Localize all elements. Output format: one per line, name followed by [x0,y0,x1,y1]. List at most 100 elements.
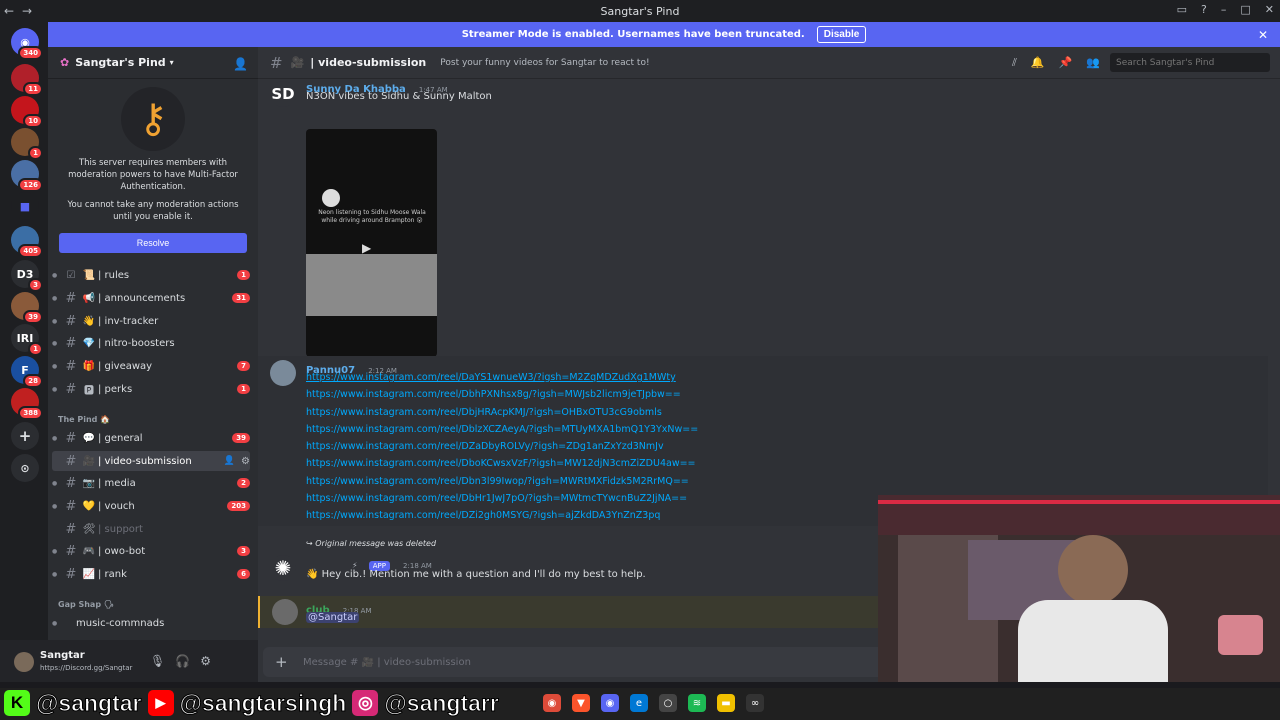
minimize-icon[interactable]: – [1221,3,1227,16]
channel-nitro-boosters[interactable]: ● # 💎 | nitro-boosters [52,333,250,353]
back-arrow-icon[interactable]: ← [0,4,18,18]
play-icon[interactable]: ▶ [362,241,371,255]
channel-topic[interactable]: Post your funny videos for Sangtar to re… [440,58,649,68]
instagram-link[interactable]: https://www.instagram.com/reel/DblzXCZAe… [306,421,698,438]
mfa-notice: ⚷ This server requires members with mode… [48,87,258,253]
instagram-link[interactable]: https://www.instagram.com/reel/DZi2gh0MS… [306,507,698,524]
channel-announcements[interactable]: ● # 📢 | announcements 31 [52,288,250,308]
member-list-icon[interactable]: 👥 [1086,56,1100,70]
chrome-icon[interactable]: ◉ [543,694,561,712]
server-icon-active[interactable]: 405 [11,226,43,258]
server-badge: 11 [23,82,43,96]
channel-emoji: 🎮 [82,545,96,557]
instagram-link[interactable]: https://www.instagram.com/reel/DbjHRAcpK… [306,404,698,421]
microphone-icon[interactable]: 🎙 [150,654,165,668]
channel-vouch[interactable]: ● # 💛 | vouch 203 [52,496,250,516]
server-badge: 1 [28,342,43,356]
disable-button[interactable]: Disable [816,26,867,43]
instagram-link[interactable]: https://www.instagram.com/reel/DboKCwsxV… [306,455,698,472]
server-icon[interactable]: 1 [11,128,43,160]
headphones-icon[interactable]: 🎧 [175,654,190,668]
server-badge: 340 [18,46,43,60]
channel-music-commnads[interactable]: ● music-commnads [52,613,250,633]
server-icon[interactable]: 10 [11,96,43,128]
maximize-icon[interactable]: □ [1240,3,1250,16]
channel-video-submission[interactable]: # 🎥 | video-submission 👤 ⚙ [52,451,250,471]
channel-rules[interactable]: ● ☑ 📜 | rules 1 [52,265,250,285]
instagram-link[interactable]: https://www.instagram.com/reel/DZaDbyROL… [306,438,698,455]
reply-reference[interactable]: Original message was deleted [315,539,436,548]
avatar[interactable]: SD [270,81,296,107]
folder-icon[interactable]: ■ [11,192,39,220]
server-icon[interactable]: 39 [11,292,43,324]
channel-general[interactable]: ● # 💬 | general 39 [52,428,250,448]
channel-perks[interactable]: ● # 🅿 | perks 1 [52,379,250,399]
channel-name: | inv-tracker [98,315,159,327]
channel-rank[interactable]: ● # 📈 | rank 6 [52,564,250,584]
meta-icon[interactable]: ∞ [746,694,764,712]
pin-icon[interactable]: 📌 [1059,56,1073,70]
server-icon[interactable]: 126 [11,160,43,192]
help-icon[interactable]: ? [1201,3,1207,16]
video-embed[interactable]: Neon listening to Sidhu Moose Wala while… [306,129,437,357]
bullet-icon: ● [52,547,58,555]
channel-name: | announcements [98,292,186,304]
obs-icon[interactable]: ○ [659,694,677,712]
threads-icon[interactable]: ⫽ [1012,56,1017,70]
channel-name: | video-submission [98,455,192,467]
instagram-link[interactable]: https://www.instagram.com/reel/DbhPXNhsx… [306,386,698,403]
create-invite-icon[interactable]: 👤 [224,456,235,466]
close-icon[interactable]: ✕ [1258,28,1268,42]
channel-inv-tracker[interactable]: ● # 👋 | inv-tracker [52,311,250,331]
explore-icon[interactable]: ⊙ [11,454,39,482]
channel-giveaway[interactable]: ● # 🎁 | giveaway 7 [52,356,250,376]
server-icon[interactable]: 388 [11,388,43,420]
inbox-icon[interactable]: ▭ [1177,3,1187,16]
avatar[interactable] [272,599,298,625]
instagram-link[interactable]: https://www.instagram.com/reel/Dbn3l99Iw… [306,473,698,490]
channel-emoji: 🛠 [82,523,96,535]
invite-people-icon[interactable]: 👤 [233,57,248,71]
add-server-icon[interactable]: + [11,422,39,450]
message-text: 👋 Hey cib.! Mention me with a question a… [306,569,646,580]
bot-avatar-icon[interactable]: ✺ [270,555,296,581]
instagram-link[interactable]: https://www.instagram.com/reel/DaYS1wnue… [306,369,698,386]
server-icon[interactable]: ◉ 340 [11,28,43,60]
server-icon[interactable]: IRI 1 [11,324,43,356]
mention-badge: 7 [237,361,250,371]
channel-support[interactable]: # 🛠 | support [52,519,250,539]
webcam-neon-light [1218,615,1263,655]
channel-name: | rules [98,269,130,281]
channel-owo-bot[interactable]: ● # 🎮 | owo-bot 3 [52,541,250,561]
message-input[interactable] [303,647,863,677]
search-input[interactable] [1110,53,1270,72]
resolve-button[interactable]: Resolve [59,233,247,253]
bell-icon[interactable]: 🔔 [1031,56,1045,70]
close-window-icon[interactable]: ✕ [1265,3,1274,16]
channel-name: | rank [98,568,127,580]
gear-icon[interactable]: ⚙ [200,654,211,668]
channel-media[interactable]: ● # 📷 | media 2 [52,473,250,493]
brave-icon[interactable]: ▼ [572,694,590,712]
attach-plus-icon[interactable]: + [275,653,288,671]
server-icon[interactable]: F 28 [11,356,43,388]
user-mention[interactable]: @Sangtar [306,612,360,623]
file-explorer-icon[interactable]: ▬ [717,694,735,712]
instagram-link[interactable]: https://www.instagram.com/reel/DbHr1JwJ7… [306,490,698,507]
forward-arrow-icon[interactable]: → [18,4,36,18]
edge-icon[interactable]: e [630,694,648,712]
avatar[interactable] [14,652,34,672]
server-icon[interactable]: 11 [11,64,43,96]
channel-name: | giveaway [98,360,153,372]
server-header[interactable]: ✿ Sangtar's Pind ▾ 👤 [48,47,258,79]
category-gap-shap[interactable]: Gap Shap 🗣 [58,600,114,609]
spotify-icon[interactable]: ≋ [688,694,706,712]
server-icon[interactable]: D3 3 [11,260,43,292]
gear-icon[interactable]: ⚙ [241,456,250,467]
category-the-pind[interactable]: The Pind 🏠 [58,415,110,424]
bullet-icon: ● [52,271,58,279]
discord-icon[interactable]: ◉ [601,694,619,712]
channel-title: | video-submission [310,56,427,69]
handle-kick: @sangtar [36,689,143,716]
avatar[interactable] [270,360,296,386]
